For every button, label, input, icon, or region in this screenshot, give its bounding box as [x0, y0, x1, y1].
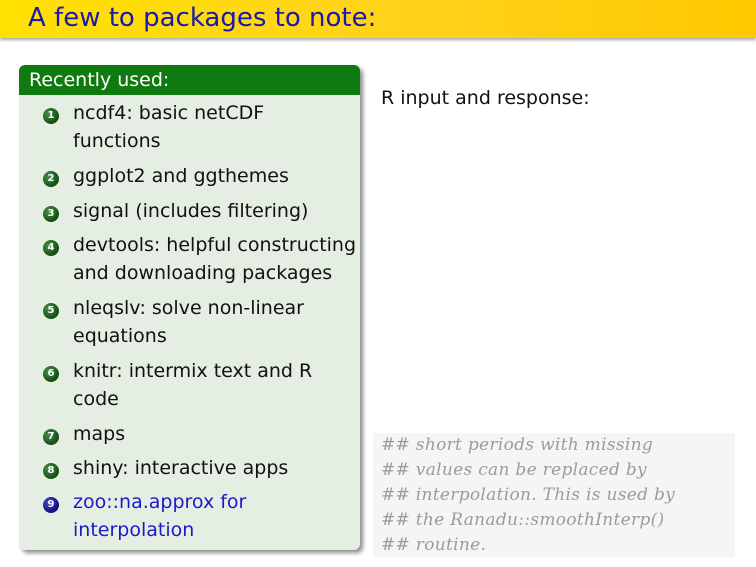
- code-comment-line: ## the Ranadu::smoothInterp(): [381, 510, 665, 530]
- item-number-badge: 5: [43, 303, 59, 319]
- code-comment-line: ## routine.: [381, 535, 487, 555]
- item-line: zoo::na.approx for: [73, 491, 247, 513]
- recently-used-block: Recently used: 1 ncdf4: basic netCDF fun…: [19, 65, 360, 550]
- item-line: ncdf4: basic netCDF: [73, 102, 265, 124]
- item-line: signal (includes filtering): [73, 200, 309, 222]
- item-line: ggplot2 and ggthemes: [73, 165, 289, 187]
- item-number-badge: 4: [43, 240, 59, 256]
- block-header: Recently used:: [19, 65, 360, 95]
- item-text: shiny: interactive apps: [73, 454, 360, 482]
- item-number-badge: 2: [43, 171, 59, 187]
- item-line: code: [73, 388, 119, 410]
- item-text: maps: [73, 420, 360, 448]
- item-line: nleqslv: solve non-linear: [73, 297, 304, 319]
- item-number-badge: 7: [43, 429, 59, 445]
- item-text: ncdf4: basic netCDF functions: [73, 99, 360, 155]
- item-line: and downloading packages: [73, 262, 333, 284]
- item-number-badge: 1: [43, 108, 59, 124]
- item-text: knitr: intermix text and R code: [73, 357, 360, 413]
- item-text: signal (includes filtering): [73, 197, 360, 225]
- item-text: nleqslv: solve non-linear equations: [73, 294, 360, 350]
- item-text: zoo::na.approx for interpolation: [73, 488, 360, 544]
- item-number-badge: 8: [43, 463, 59, 479]
- r-input-label: R input and response:: [381, 87, 590, 109]
- item-line: knitr: intermix text and R: [73, 360, 313, 382]
- code-output-box: ## short periods with missing ## values …: [373, 433, 735, 557]
- item-line: devtools: helpful constructing: [73, 234, 357, 256]
- code-comment-line: ## values can be replaced by: [381, 460, 647, 480]
- item-text: ggplot2 and ggthemes: [73, 162, 360, 190]
- item-line: interpolation: [73, 519, 195, 541]
- item-text: devtools: helpful constructing and downl…: [73, 231, 360, 287]
- item-number-badge: 6: [43, 366, 59, 382]
- item-number-badge: 9: [43, 497, 59, 513]
- slide-title-bar: A few to packages to note:: [0, 0, 756, 38]
- item-line: equations: [73, 325, 167, 347]
- item-line: shiny: interactive apps: [73, 457, 289, 479]
- code-comment-line: ## interpolation. This is used by: [381, 485, 676, 505]
- item-line: maps: [73, 423, 126, 445]
- item-line: functions: [73, 130, 161, 152]
- item-number-badge: 3: [43, 206, 59, 222]
- slide-title: A few to packages to note:: [28, 3, 377, 33]
- code-comment-line: ## short periods with missing: [381, 435, 654, 455]
